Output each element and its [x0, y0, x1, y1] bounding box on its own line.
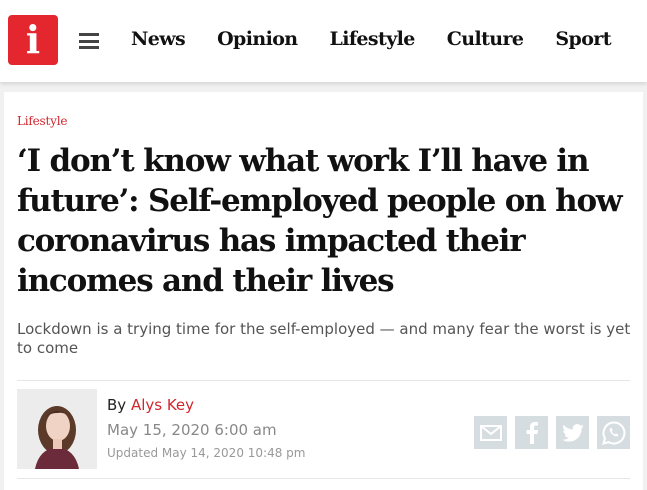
share-buttons: [474, 416, 630, 449]
facebook-icon: [525, 421, 539, 444]
author-link[interactable]: Alys Key: [131, 396, 194, 414]
whatsapp-icon: [601, 420, 626, 445]
author-avatar[interactable]: [17, 389, 97, 469]
nav-item-lifestyle[interactable]: Lifestyle: [329, 28, 415, 54]
divider-top: [17, 380, 630, 381]
divider-bottom: [17, 478, 630, 479]
section-label[interactable]: Lifestyle: [17, 114, 67, 128]
site-header: i News Opinion Lifestyle Culture Sport: [0, 0, 647, 82]
article-standfirst: Lockdown is a trying time for the self-e…: [17, 320, 631, 357]
twitter-icon: [561, 423, 584, 442]
hamburger-menu-icon[interactable]: [79, 33, 99, 49]
twitter-share-button[interactable]: [556, 416, 589, 449]
main-nav: News Opinion Lifestyle Culture Sport: [131, 28, 643, 54]
email-icon: [479, 424, 502, 441]
facebook-share-button[interactable]: [515, 416, 548, 449]
whatsapp-share-button[interactable]: [597, 416, 630, 449]
publish-date: May 15, 2020 6:00 am: [107, 421, 277, 439]
byline-prefix: By: [107, 396, 127, 414]
nav-item-culture[interactable]: Culture: [447, 28, 524, 54]
nav-item-opinion[interactable]: Opinion: [217, 28, 298, 54]
byline: By Alys Key: [107, 396, 194, 414]
site-logo[interactable]: i: [8, 15, 58, 65]
updated-date: Updated May 14, 2020 10:48 pm: [107, 446, 306, 460]
nav-item-sport[interactable]: Sport: [555, 28, 611, 54]
nav-item-news[interactable]: News: [131, 28, 186, 54]
email-share-button[interactable]: [474, 416, 507, 449]
article-headline: ‘I don’t know what work I’ll have in fut…: [17, 143, 623, 299]
